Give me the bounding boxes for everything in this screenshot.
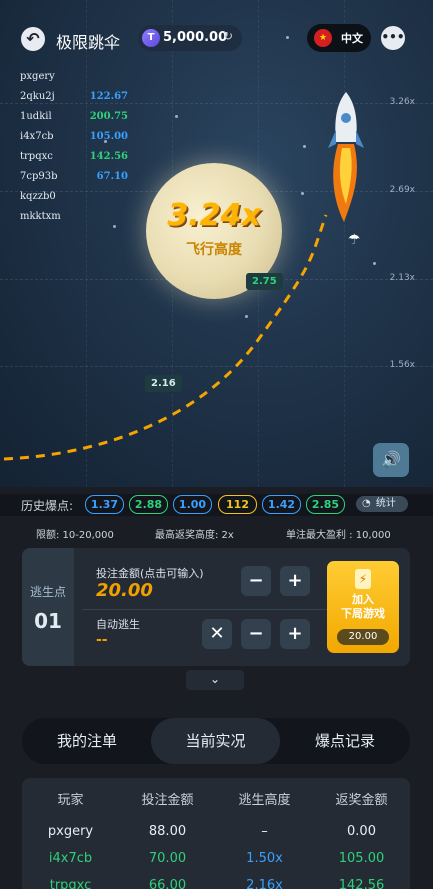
max-height: 最高返奖高度: 2x (155, 530, 234, 541)
crash-history: 历史爆点: 1.37 2.88 1.00 112 1.42 2.85 ◔ 统计 (0, 494, 433, 516)
history-chip[interactable]: 1.00 (173, 495, 212, 514)
escape-point-box: 逃生点 01 (22, 548, 74, 666)
stats-label: 统计 (375, 498, 396, 509)
table-cell: i4x7cb (48, 851, 93, 866)
max-win: 单注最大盈利 : 10,000 (286, 530, 391, 541)
decrease-auto-button[interactable]: − (241, 619, 271, 649)
escape-label: 逃生点 (29, 585, 66, 599)
join-label: 加入 下局游戏 (341, 593, 385, 620)
clear-auto-button[interactable]: ✕ (202, 619, 232, 649)
auto-escape-label: 自动逃生 (96, 618, 140, 631)
history-label: 历史爆点: (21, 499, 74, 513)
table-cell: 1.50x (246, 851, 283, 866)
table-cell: 105.00 (338, 851, 385, 866)
history-chip[interactable]: 112 (218, 495, 257, 514)
table-cell: 66.00 (148, 878, 187, 889)
table-cell: pxgery (47, 824, 94, 839)
tab-my-bets[interactable]: 我的注单 (22, 718, 152, 764)
table-cell: trpqxc (49, 878, 92, 889)
table-header: 投注金额 (141, 793, 194, 808)
live-bets-table: 玩家 投注金额 逃生高度 返奖金额 pxgery 88.00 – 0.00 i4… (22, 778, 410, 889)
bet-amount-label: 投注金额(点击可输入) (96, 567, 204, 580)
parachute-icon: ☂ (348, 232, 361, 248)
history-chip[interactable]: 1.42 (262, 495, 301, 514)
limit-range: 限额: 10-20,000 (36, 530, 114, 541)
limits-row: 限额: 10-20,000 最高返奖高度: 2x 单注最大盈利 : 10,000 (0, 522, 433, 542)
tab-crash-records[interactable]: 爆点记录 (280, 718, 410, 764)
table-cell: 70.00 (148, 851, 187, 866)
tab-live[interactable]: 当前实况 (151, 718, 280, 764)
history-chip[interactable]: 2.85 (306, 495, 345, 514)
multiplier-badge: 2.16 (145, 375, 182, 392)
table-header: 返奖金额 (335, 793, 388, 808)
increase-auto-button[interactable]: + (280, 619, 310, 649)
tab-bar: 我的注单 当前实况 爆点记录 (22, 718, 410, 764)
join-amount: 20.00 (337, 629, 389, 645)
divider (82, 609, 327, 610)
current-multiplier: 3.24x (167, 198, 261, 233)
table-cell: 142.56 (338, 878, 385, 889)
table-row: i4x7cb 70.00 1.50x 105.00 (22, 847, 410, 873)
table-row: trpqxc 66.00 2.16x 142.56 (22, 874, 410, 889)
stats-button[interactable]: ◔ 统计 (356, 496, 408, 512)
table-header: 逃生高度 (238, 793, 291, 808)
sound-toggle-icon[interactable]: 🔊 (373, 443, 409, 477)
chevron-down-icon[interactable]: ⌄ (186, 670, 244, 690)
multiplier-badge: 2.75 (246, 273, 283, 290)
bolt-icon: ⚡ (355, 569, 371, 589)
auto-escape-value[interactable]: -- (96, 632, 108, 648)
table-cell: 2.16x (246, 878, 283, 889)
increase-amount-button[interactable]: + (280, 566, 310, 596)
join-next-round-button[interactable]: ⚡ 加入 下局游戏 20.00 (327, 561, 399, 653)
altitude-label: 飞行高度 (186, 242, 242, 258)
stats-icon: ◔ (362, 498, 371, 509)
history-chip[interactable]: 2.88 (129, 495, 168, 514)
bet-amount-input[interactable]: 20.00 (96, 580, 153, 601)
history-chip[interactable]: 1.37 (85, 495, 124, 514)
table-row: pxgery 88.00 – 0.00 (22, 820, 410, 846)
table-cell: 88.00 (148, 824, 187, 839)
table-header: 玩家 (57, 793, 84, 808)
game-canvas: 3.26x 2.69x 2.13x 1.56x ↶ 极限跳伞 T 5,000.0… (0, 0, 433, 487)
decrease-amount-button[interactable]: − (241, 566, 271, 596)
table-cell: – (261, 824, 268, 839)
escape-value: 01 (34, 609, 62, 633)
table-cell: 0.00 (347, 824, 376, 839)
rocket-icon (328, 92, 364, 222)
